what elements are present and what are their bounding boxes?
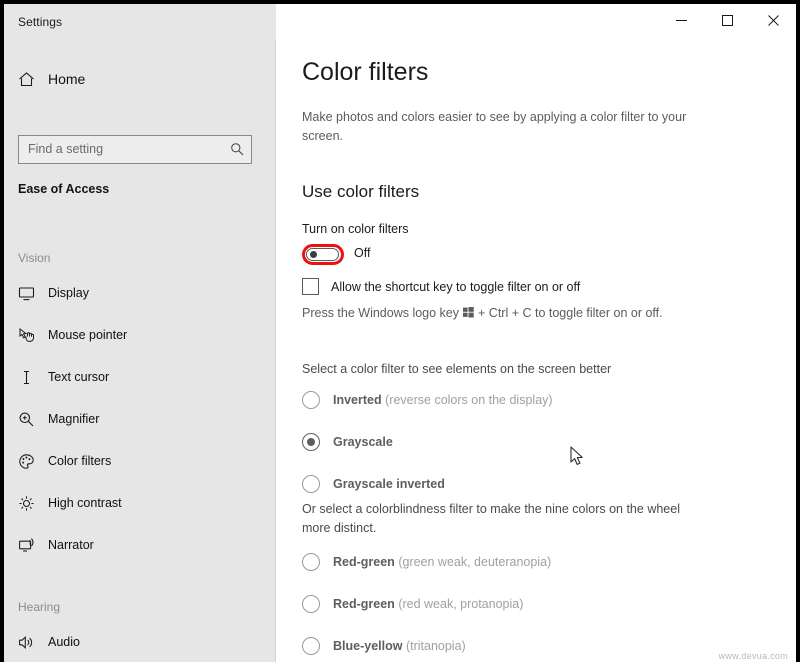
- radio-option-inverted[interactable]: Inverted (reverse colors on the display): [302, 391, 553, 409]
- shortcut-hint-before: Press the Windows logo key: [302, 306, 460, 320]
- radio-indicator-grayscale-inverted[interactable]: [302, 475, 320, 493]
- category-title: Ease of Access: [18, 182, 110, 196]
- maximize-button[interactable]: [704, 4, 750, 36]
- radio-option-protanopia[interactable]: Red-green (red weak, protanopia): [302, 595, 523, 613]
- palette-icon: [4, 453, 48, 470]
- sidebar: Home Ease of Access Vision Display: [4, 40, 276, 662]
- main-content: Color filters Make photos and colors eas…: [276, 40, 796, 662]
- sidebar-item-text-cursor[interactable]: Text cursor: [4, 361, 276, 393]
- page-title: Color filters: [302, 58, 429, 86]
- radio-label-deuteranopia: Red-green (green weak, deuteranopia): [333, 555, 552, 569]
- page-description: Make photos and colors easier to see by …: [302, 110, 687, 143]
- sidebar-item-mouse-pointer[interactable]: Mouse pointer: [4, 319, 276, 351]
- radio-indicator-protanopia[interactable]: [302, 595, 320, 613]
- watermark: www.devua.com: [718, 651, 788, 661]
- shortcut-checkbox[interactable]: [302, 278, 319, 295]
- sidebar-item-home[interactable]: Home: [4, 62, 276, 96]
- windows-logo-icon: [463, 307, 474, 321]
- mouse-cursor: [570, 446, 585, 472]
- radio-indicator-deuteranopia[interactable]: [302, 553, 320, 571]
- sidebar-item-label-display: Display: [48, 286, 89, 300]
- settings-window: Settings Home Find a setting Ease of Acc…: [4, 4, 796, 662]
- sidebar-item-magnifier[interactable]: Magnifier: [4, 403, 276, 435]
- home-icon: [4, 71, 48, 88]
- filter-group-label: Select a color filter to see elements on…: [302, 362, 612, 376]
- narrator-icon: [4, 537, 48, 554]
- search-box[interactable]: [18, 135, 252, 164]
- radio-label-grayscale: Grayscale: [333, 435, 393, 449]
- sidebar-item-label-color-filters: Color filters: [48, 454, 112, 468]
- sidebar-item-high-contrast[interactable]: High contrast: [4, 487, 276, 519]
- sidebar-group-vision: Vision: [18, 251, 51, 265]
- radio-indicator-inverted[interactable]: [302, 391, 320, 409]
- radio-label-inverted: Inverted (reverse colors on the display): [333, 393, 553, 407]
- monitor-icon: [4, 285, 48, 302]
- shortcut-checkbox-row[interactable]: Allow the shortcut key to toggle filter …: [302, 278, 580, 295]
- app-title: Settings: [18, 15, 63, 29]
- sidebar-item-label-mouse-pointer: Mouse pointer: [48, 328, 128, 342]
- radio-option-tritanopia[interactable]: Blue-yellow (tritanopia): [302, 637, 466, 655]
- sidebar-item-narrator[interactable]: Narrator: [4, 529, 276, 561]
- brightness-icon: [4, 495, 48, 512]
- sidebar-group-hearing: Hearing: [18, 600, 61, 614]
- radio-option-deuteranopia[interactable]: Red-green (green weak, deuteranopia): [302, 553, 551, 571]
- sidebar-item-color-filters[interactable]: Color filters: [4, 445, 276, 477]
- sidebar-item-label-narrator: Narrator: [48, 538, 94, 552]
- radio-label-protanopia: Red-green (red weak, protanopia): [333, 597, 524, 611]
- pointer-hand-icon: [4, 327, 48, 344]
- shortcut-hint-after: + Ctrl + C to toggle filter on or off.: [478, 306, 663, 320]
- title-bar: Settings: [4, 4, 796, 40]
- sidebar-item-display[interactable]: Display: [4, 277, 276, 309]
- colorblind-group-label: Or select a colorblindness filter to mak…: [302, 502, 680, 535]
- radio-indicator-grayscale[interactable]: [302, 433, 320, 451]
- sidebar-item-label-audio: Audio: [48, 635, 80, 649]
- sidebar-item-label-magnifier: Magnifier: [48, 412, 100, 426]
- search-input[interactable]: [28, 136, 218, 163]
- speaker-icon: [4, 634, 48, 651]
- sidebar-item-label-text-cursor: Text cursor: [48, 370, 110, 384]
- radio-option-grayscale-inverted[interactable]: Grayscale inverted: [302, 475, 445, 493]
- section-title: Use color filters: [302, 182, 420, 201]
- toggle-highlight-annotation: [302, 244, 344, 265]
- radio-label-tritanopia: Blue-yellow (tritanopia): [333, 639, 466, 653]
- magnifier-icon: [4, 411, 48, 428]
- radio-indicator-tritanopia[interactable]: [302, 637, 320, 655]
- toggle-state-label: Off: [354, 246, 371, 260]
- sidebar-item-audio[interactable]: Audio: [4, 626, 276, 658]
- sidebar-item-label-high-contrast: High contrast: [48, 496, 122, 510]
- shortcut-checkbox-label: Allow the shortcut key to toggle filter …: [331, 279, 581, 294]
- radio-label-grayscale-inverted: Grayscale inverted: [333, 477, 445, 491]
- minimize-button[interactable]: [658, 4, 704, 36]
- color-filters-toggle[interactable]: [302, 244, 344, 265]
- close-button[interactable]: [750, 4, 796, 36]
- radio-option-grayscale[interactable]: Grayscale: [302, 433, 393, 451]
- toggle-caption: Turn on color filters: [302, 222, 409, 236]
- sidebar-item-label-home: Home: [48, 71, 86, 87]
- text-cursor-icon: [4, 369, 48, 386]
- shortcut-hint: Press the Windows logo key + Ctrl + C to…: [302, 306, 663, 320]
- search-icon[interactable]: [230, 142, 244, 161]
